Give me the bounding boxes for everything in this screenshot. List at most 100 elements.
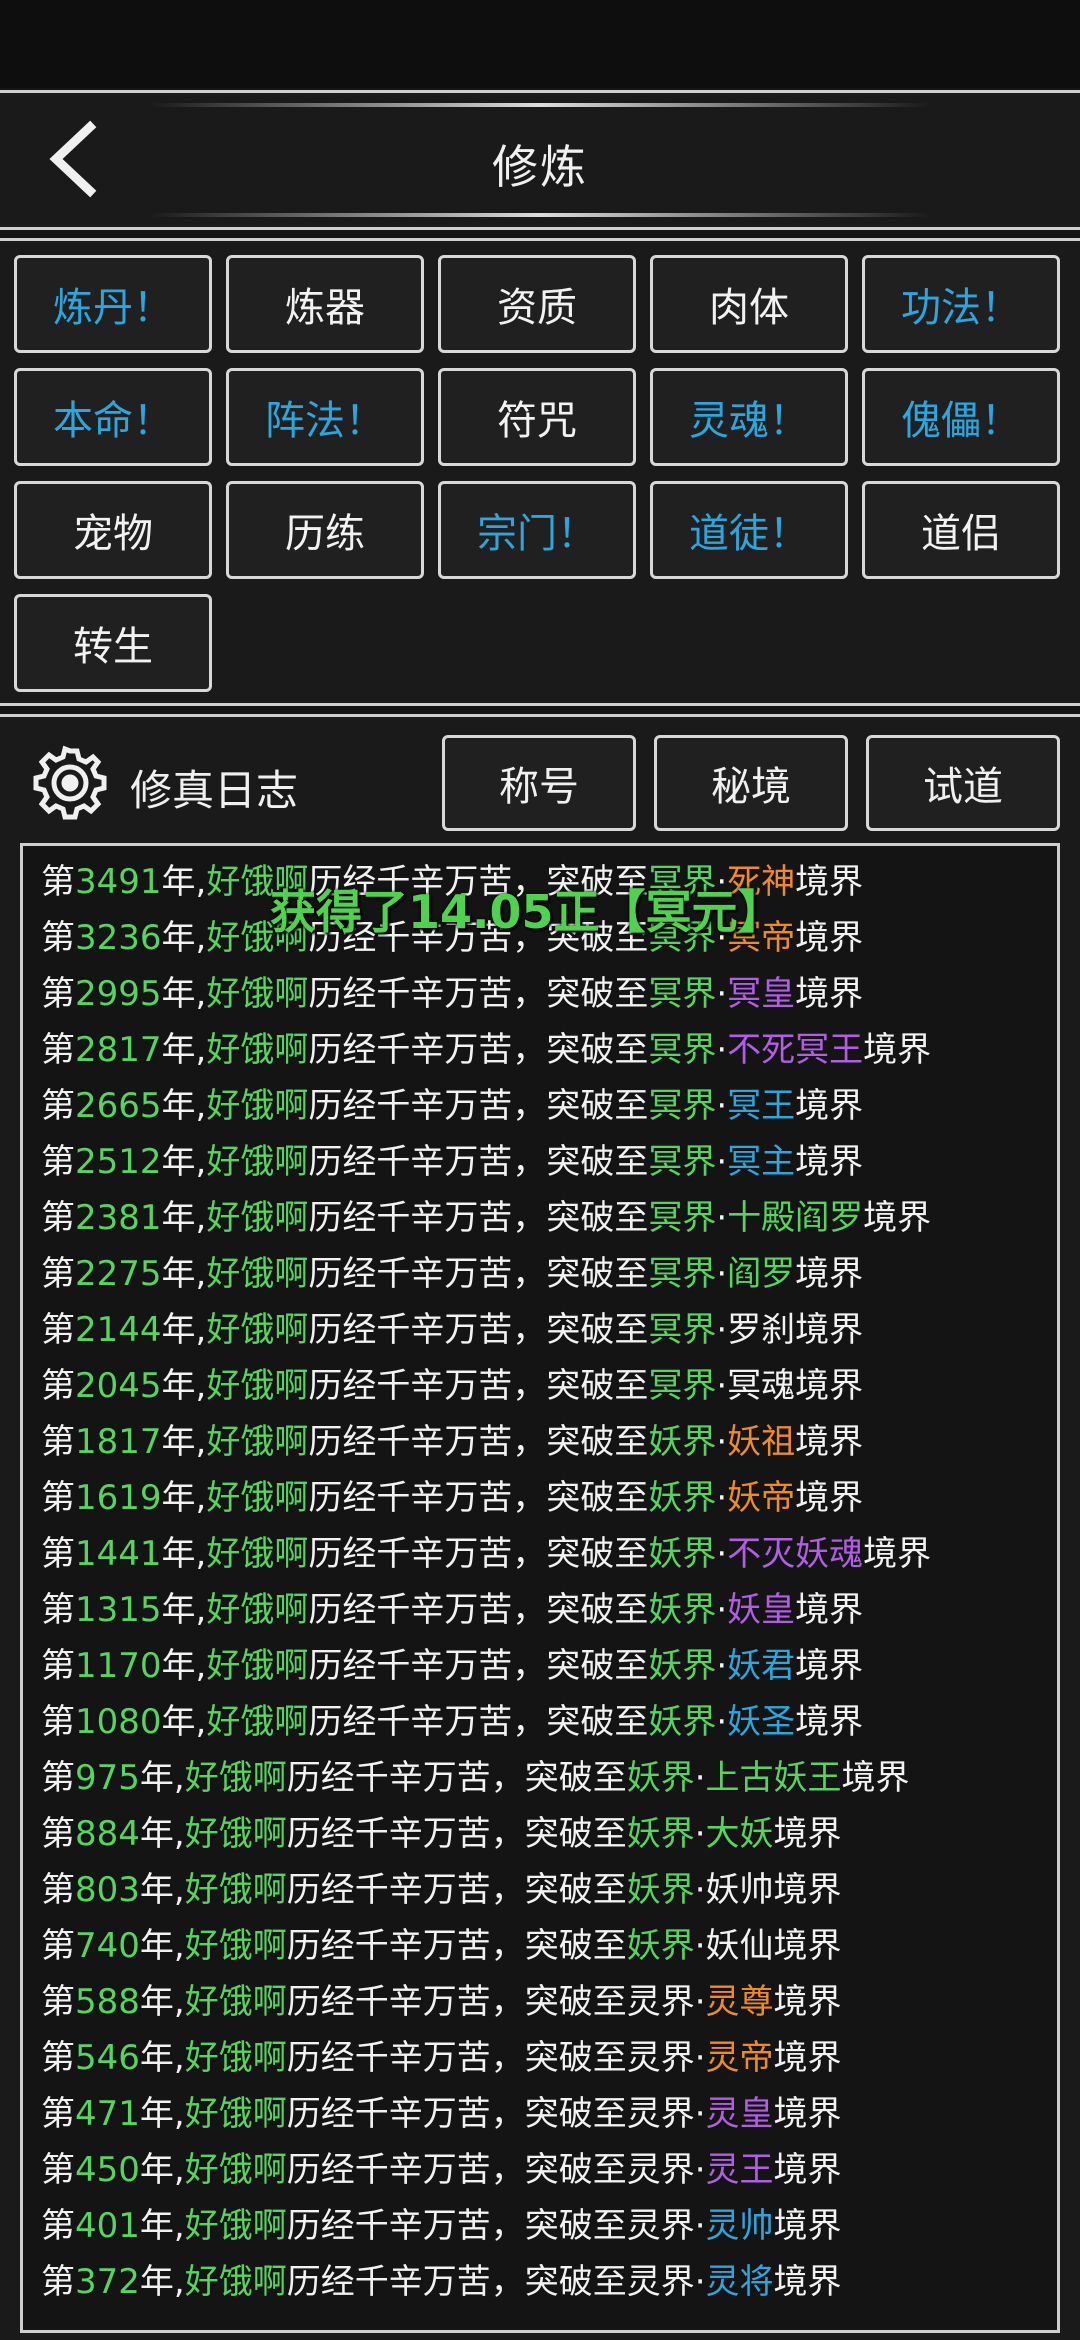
log-entry-mid: 年, — [139, 1982, 185, 2022]
log-entry-year: 975 — [75, 1758, 140, 1798]
log-entry: 第2665年,好饿啊历经千辛万苦，突破至冥界·冥王境界 — [41, 1078, 931, 1134]
log-entry-realm: 妖界 — [648, 1646, 717, 1686]
log-entry-prefix: 第 — [41, 1030, 75, 1070]
log-entry-rank: 妖君 — [727, 1646, 796, 1686]
log-entry-mid: 年, — [161, 1534, 207, 1574]
log-entry-realm: 妖界 — [626, 1758, 695, 1798]
log-entry-name: 好饿啊 — [184, 1982, 287, 2022]
log-entry-text: 历经千辛万苦，突破至 — [308, 974, 649, 1014]
log-entry-year: 471 — [75, 2094, 140, 2134]
log-entry-rank: 冥王 — [727, 1086, 796, 1126]
log-entry-name: 好饿啊 — [184, 2038, 287, 2078]
log-entry-text: 历经千辛万苦，突破至 — [286, 1870, 627, 1910]
feature-button[interactable]: 灵魂！ — [650, 368, 848, 466]
log-entry-realm: 灵界 — [626, 1982, 695, 2022]
log-entry-suffix: 境界 — [773, 2094, 842, 2134]
feature-button[interactable]: 符咒 — [438, 368, 636, 466]
log-entry-rank: 十殿阎罗 — [727, 1198, 864, 1238]
log-entry-year: 884 — [75, 1814, 140, 1854]
feature-button[interactable]: 道徒！ — [650, 481, 848, 579]
log-entry-suffix: 境界 — [795, 918, 864, 958]
log-entry: 第546年,好饿啊历经千辛万苦，突破至灵界·灵帝境界 — [41, 2030, 931, 2086]
page-title: 修炼 — [492, 140, 588, 194]
log-entry-name: 好饿啊 — [184, 1758, 287, 1798]
log-entry-realm: 妖界 — [648, 1702, 717, 1742]
log-entry-year: 2144 — [75, 1310, 162, 1350]
log-entry-name: 好饿啊 — [206, 1254, 309, 1294]
log-entry-prefix: 第 — [41, 1758, 75, 1798]
feature-button[interactable]: 炼丹！ — [14, 255, 212, 353]
log-entry-name: 好饿啊 — [206, 1478, 309, 1518]
title-tab-button[interactable]: 称号 — [442, 735, 636, 831]
log-entry-year: 3491 — [75, 862, 162, 902]
log-entry: 第2045年,好饿啊历经千辛万苦，突破至冥界·冥魂境界 — [41, 1358, 931, 1414]
log-entry-prefix: 第 — [41, 974, 75, 1014]
log-entry-realm: 冥界 — [648, 1366, 717, 1406]
feature-button[interactable]: 本命！ — [14, 368, 212, 466]
log-entry-dot: · — [694, 2094, 706, 2134]
log-entry-rank: 灵皇 — [705, 2094, 774, 2134]
log-entry-name: 好饿啊 — [184, 1814, 287, 1854]
log-entry-prefix: 第 — [41, 2206, 75, 2246]
log-entry-suffix: 境界 — [795, 862, 864, 902]
log-entry-text: 历经千辛万苦，突破至 — [308, 1086, 649, 1126]
log-entry-mid: 年, — [139, 1814, 185, 1854]
log-entry-year: 2275 — [75, 1254, 162, 1294]
log-entry-mid: 年, — [139, 1926, 185, 1966]
log-entry-rank: 灵王 — [705, 2150, 774, 2190]
feature-button[interactable]: 宠物 — [14, 481, 212, 579]
secret-realm-tab-button[interactable]: 秘境 — [654, 735, 848, 831]
log-entry-rank: 大妖 — [705, 1814, 774, 1854]
log-entry-mid: 年, — [161, 862, 207, 902]
log-entry: 第884年,好饿啊历经千辛万苦，突破至妖界·大妖境界 — [41, 1806, 931, 1862]
log-entry-year: 1619 — [75, 1478, 162, 1518]
log-entry-rank: 灵尊 — [705, 1982, 774, 2022]
log-entry-mid: 年, — [161, 1590, 207, 1630]
log-entry-rank: 阎罗 — [727, 1254, 796, 1294]
log-entry-year: 2995 — [75, 974, 162, 1014]
log-entry-rank: 妖圣 — [727, 1702, 796, 1742]
log-entry: 第1170年,好饿啊历经千辛万苦，突破至妖界·妖君境界 — [41, 1638, 931, 1694]
log-entry-name: 好饿啊 — [206, 1422, 309, 1462]
log-entry-prefix: 第 — [41, 1310, 75, 1350]
log-entry-text: 历经千辛万苦，突破至 — [308, 1534, 649, 1574]
log-entry-suffix: 境界 — [795, 1422, 864, 1462]
log-entry-prefix: 第 — [41, 1926, 75, 1966]
log-entry-realm: 灵界 — [626, 2206, 695, 2246]
log-entry: 第471年,好饿啊历经千辛万苦，突破至灵界·灵皇境界 — [41, 2086, 931, 2142]
feature-button[interactable]: 历练 — [226, 481, 424, 579]
log-entry-rank: 罗刹 — [727, 1310, 796, 1350]
log-entry-mid: 年, — [161, 918, 207, 958]
trial-tab-button[interactable]: 试道 — [866, 735, 1060, 831]
log-entry-text: 历经千辛万苦，突破至 — [286, 2038, 627, 2078]
log-entry-text: 历经千辛万苦，突破至 — [308, 1646, 649, 1686]
feature-button[interactable]: 转生 — [14, 594, 212, 692]
feature-button[interactable]: 肉体 — [650, 255, 848, 353]
log-entry-name: 好饿啊 — [206, 974, 309, 1014]
log-entry-mid: 年, — [161, 1422, 207, 1462]
log-entry-suffix: 境界 — [773, 2038, 842, 2078]
log-entry-text: 历经千辛万苦，突破至 — [308, 1142, 649, 1182]
feature-button[interactable]: 炼器 — [226, 255, 424, 353]
log-entry-mid: 年, — [161, 1478, 207, 1518]
log-entry-dot: · — [716, 1310, 728, 1350]
log-entry-prefix: 第 — [41, 1422, 75, 1462]
log-entry-text: 历经千辛万苦，突破至 — [286, 1982, 627, 2022]
feature-button[interactable]: 功法！ — [862, 255, 1060, 353]
settings-button[interactable] — [32, 745, 108, 821]
log-entry-text: 历经千辛万苦，突破至 — [308, 1478, 649, 1518]
status-bar — [0, 0, 1080, 88]
feature-button[interactable]: 傀儡！ — [862, 368, 1060, 466]
feature-button[interactable]: 道侣 — [862, 481, 1060, 579]
feature-button[interactable]: 宗门！ — [438, 481, 636, 579]
log-list-container[interactable]: 第3491年,好饿啊历经千辛万苦，突破至冥界·死神境界 第3236年,好饿啊历经千… — [20, 843, 1060, 2333]
log-entry-prefix: 第 — [41, 2038, 75, 2078]
log-entry: 第1080年,好饿啊历经千辛万苦，突破至妖界·妖圣境界 — [41, 1694, 931, 1750]
feature-button[interactable]: 资质 — [438, 255, 636, 353]
log-entry-prefix: 第 — [41, 2150, 75, 2190]
feature-button[interactable]: 阵法！ — [226, 368, 424, 466]
log-entry-realm: 妖界 — [648, 1478, 717, 1518]
log-entry: 第2995年,好饿啊历经千辛万苦，突破至冥界·冥皇境界 — [41, 966, 931, 1022]
log-entry: 第372年,好饿啊历经千辛万苦，突破至灵界·灵将境界 — [41, 2254, 931, 2310]
log-entry-name: 好饿啊 — [206, 1310, 309, 1350]
